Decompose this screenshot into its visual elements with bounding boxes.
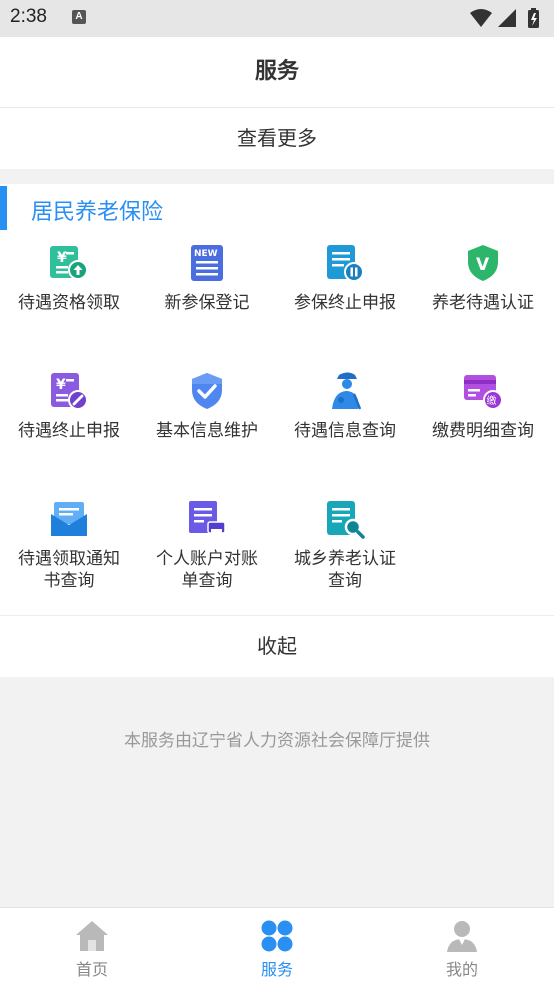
yuan-cancel-icon: ¥ [51, 373, 88, 410]
section-header: 居民养老保险 [0, 184, 554, 230]
home-icon [76, 921, 108, 951]
bottom-tab-bar: 首页 服务 我的 [0, 907, 554, 986]
wifi-icon [470, 9, 492, 27]
notification-a-icon: A [72, 10, 86, 24]
doc-pause-icon [327, 245, 364, 282]
user-icon [447, 921, 477, 952]
signal-icon [498, 9, 516, 27]
section-accent-bar [0, 186, 7, 230]
service-item-terminate-benefit[interactable]: ¥ 待遇终止申报 [0, 370, 138, 442]
clover-icon [261, 920, 293, 952]
tab-home-label: 首页 [75, 960, 108, 979]
service-item-terminate-enrollment[interactable]: 参保终止申报 [276, 242, 414, 314]
collapse-button[interactable]: 收起 [0, 615, 554, 677]
service-item-label: 养老待遇认证 [432, 293, 534, 313]
service-item-label: 待遇信息查询 [294, 421, 396, 441]
service-item-label: 待遇终止申报 [18, 421, 120, 441]
new-doc-icon: NEW [191, 245, 223, 281]
view-more-button[interactable]: 查看更多 [0, 108, 554, 169]
tab-mine-label: 我的 [445, 960, 478, 979]
service-item-urban-rural-cert[interactable]: 城乡养老认证查询 [276, 498, 414, 592]
service-item-info-maintenance[interactable]: 基本信息维护 [138, 370, 276, 442]
tab-mine[interactable]: 我的 [370, 908, 554, 986]
service-item-label: 城乡养老认证查询 [294, 549, 396, 591]
shield-v-icon: V [468, 245, 498, 281]
battery-icon [528, 8, 539, 28]
service-item-account-statement[interactable]: 个人账户对账单查询 [138, 498, 276, 592]
envelope-icon [51, 502, 87, 536]
service-item-payment-detail[interactable]: 缴 缴费明细查询 [414, 370, 552, 442]
service-item-label: 个人账户对账单查询 [156, 549, 258, 591]
shield-check-icon [192, 373, 222, 409]
service-item-benefit-certification[interactable]: V 养老待遇认证 [414, 242, 552, 314]
status-bar: 2:38 A [0, 0, 554, 37]
service-item-label: 缴费明细查询 [432, 421, 534, 441]
service-item-label: 新参保登记 [164, 293, 250, 313]
tab-home[interactable]: 首页 [0, 908, 184, 986]
card-pay-icon: 缴 [464, 375, 503, 410]
service-item-benefit-info-query[interactable]: 待遇信息查询 [276, 370, 414, 442]
title-bar: 服务 [0, 37, 554, 108]
doc-search-icon [327, 501, 365, 539]
svg-text:¥: ¥ [57, 250, 67, 266]
yuan-upload-icon: ¥ [50, 246, 88, 280]
status-time: 2:38 [10, 6, 47, 27]
elderly-person-icon [332, 372, 362, 410]
section-title: 居民养老保险 [31, 200, 164, 225]
service-item-label: 参保终止申报 [294, 293, 396, 313]
pension-section: 居民养老保险 ¥ 待遇资格领取 NEW 新参保登记 参保终止申报 V 养老待遇认… [0, 184, 554, 615]
service-item-label: 基本信息维护 [156, 421, 258, 441]
page-title: 服务 [254, 59, 299, 84]
new-badge-text: NEW [194, 249, 218, 259]
provider-note: 本服务由辽宁省人力资源社会保障厅提供 [124, 731, 430, 751]
service-item-label: 待遇领取通知书查询 [18, 549, 120, 591]
doc-print-icon [189, 501, 226, 536]
v-badge-text: V [476, 255, 490, 275]
service-item-label: 待遇资格领取 [18, 293, 120, 313]
tab-service-label: 服务 [260, 960, 293, 979]
pay-badge-text: 缴 [487, 394, 497, 407]
system-status-icons [470, 8, 539, 28]
service-item-notice-query[interactable]: 待遇领取通知书查询 [0, 498, 138, 592]
service-item-qualification[interactable]: ¥ 待遇资格领取 [0, 242, 138, 314]
tab-service[interactable]: 服务 [185, 908, 369, 986]
service-item-new-enrollment[interactable]: NEW 新参保登记 [138, 242, 276, 314]
svg-text:¥: ¥ [56, 377, 66, 393]
